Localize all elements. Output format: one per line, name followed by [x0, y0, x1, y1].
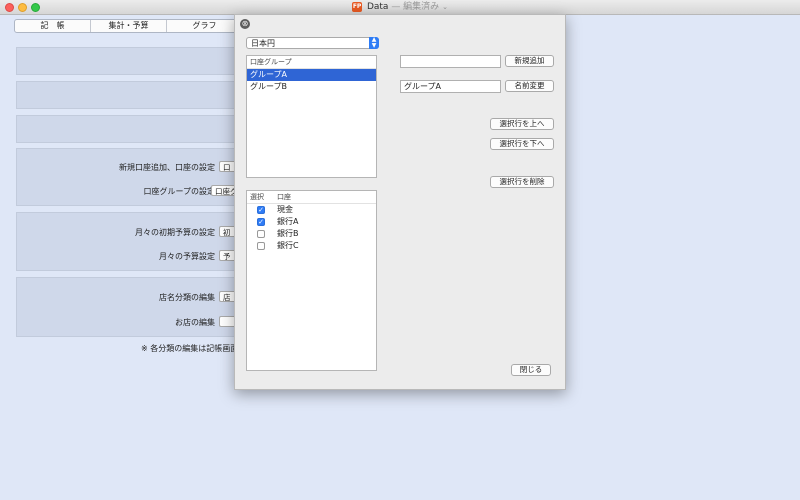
add-new-button[interactable]: 新規追加 [505, 55, 554, 67]
bg-label-shop-edit: お店の編集 [175, 318, 215, 327]
currency-value: 日本円 [251, 39, 275, 48]
bg-label-initial-budget: 月々の初期予算の設定 [135, 228, 215, 237]
accounts-list: 選択 口座 ✓ 現金 ✓ 銀行A 銀行B 銀行C [246, 190, 377, 371]
rename-button[interactable]: 名前変更 [505, 80, 554, 92]
account-checkbox[interactable]: ✓ [257, 218, 265, 226]
account-name: 銀行C [277, 241, 299, 250]
group-list-item[interactable]: グループB [247, 81, 376, 93]
select-arrows-icon: ▲ ▼ [369, 37, 379, 49]
main-tabs: 記 帳 集計・予算 グラフ [14, 19, 244, 33]
group-list: 口座グループ グループA グループB [246, 55, 377, 178]
bg-panel-budget: 月々の初期予算の設定 初 月々の予算設定 予 [16, 212, 246, 271]
column-header-select[interactable]: 選択 [250, 191, 264, 203]
currency-select[interactable]: 日本円 ▲ ▼ [246, 37, 379, 49]
title-chevron-icon[interactable]: ⌄ [442, 3, 448, 11]
window-title-area: FP Data — 編集済み ⌄ [0, 1, 800, 13]
bg-label-new-account: 新規口座追加、口座の設定 [119, 163, 215, 172]
app-icon: FP [352, 1, 363, 12]
account-row[interactable]: ✓ 現金 [247, 204, 376, 216]
sheet-close-icon[interactable]: ⊗ [240, 19, 250, 29]
move-down-button[interactable]: 選択行を下へ [490, 138, 554, 150]
move-up-button[interactable]: 選択行を上へ [490, 118, 554, 130]
account-checkbox[interactable]: ✓ [257, 206, 265, 214]
bg-panel-3 [16, 115, 246, 143]
account-row[interactable]: 銀行B [247, 228, 376, 240]
account-group-sheet: ⊗ 日本円 ▲ ▼ 口座グループ グループA グループB 選択 口座 ✓ 現金 ✓… [234, 14, 566, 390]
bg-note: ※ 各分類の編集は記帳画面 [141, 344, 239, 353]
account-name: 銀行B [277, 229, 299, 238]
delete-row-button[interactable]: 選択行を削除 [490, 176, 554, 188]
account-row[interactable]: ✓ 銀行A [247, 216, 376, 228]
window-titlebar: FP Data — 編集済み ⌄ [0, 0, 800, 15]
bg-panel-accounts: 新規口座追加、口座の設定 口 口座グループの設定 口座グ [16, 148, 246, 206]
window-title: Data [366, 2, 389, 12]
column-header-account[interactable]: 口座 [277, 191, 291, 203]
bg-panel-1 [16, 47, 246, 75]
close-button[interactable]: 閉じる [511, 364, 551, 376]
bg-label-account-group: 口座グループの設定 [143, 187, 215, 196]
bg-panel-2 [16, 81, 246, 109]
window-edited-state: — 編集済み [391, 2, 440, 12]
group-list-item[interactable]: グループA [247, 69, 376, 81]
bg-label-shop-category: 店名分類の編集 [159, 293, 215, 302]
account-checkbox[interactable] [257, 230, 265, 238]
account-row[interactable]: 銀行C [247, 240, 376, 252]
group-list-header: 口座グループ [247, 56, 376, 69]
account-checkbox[interactable] [257, 242, 265, 250]
bg-label-monthly-budget: 月々の予算設定 [159, 252, 215, 261]
tab-summary-budget[interactable]: 集計・予算 [91, 20, 167, 32]
account-name: 現金 [277, 205, 293, 214]
bg-panel-shops: 店名分類の編集 店 お店の編集 [16, 277, 246, 337]
accounts-list-header: 選択 口座 [247, 191, 376, 204]
rename-group-input[interactable]: グループA [400, 80, 501, 93]
tab-graph[interactable]: グラフ [167, 20, 243, 32]
tab-ledger[interactable]: 記 帳 [15, 20, 91, 32]
account-name: 銀行A [277, 217, 299, 226]
new-group-name-input[interactable] [400, 55, 501, 68]
